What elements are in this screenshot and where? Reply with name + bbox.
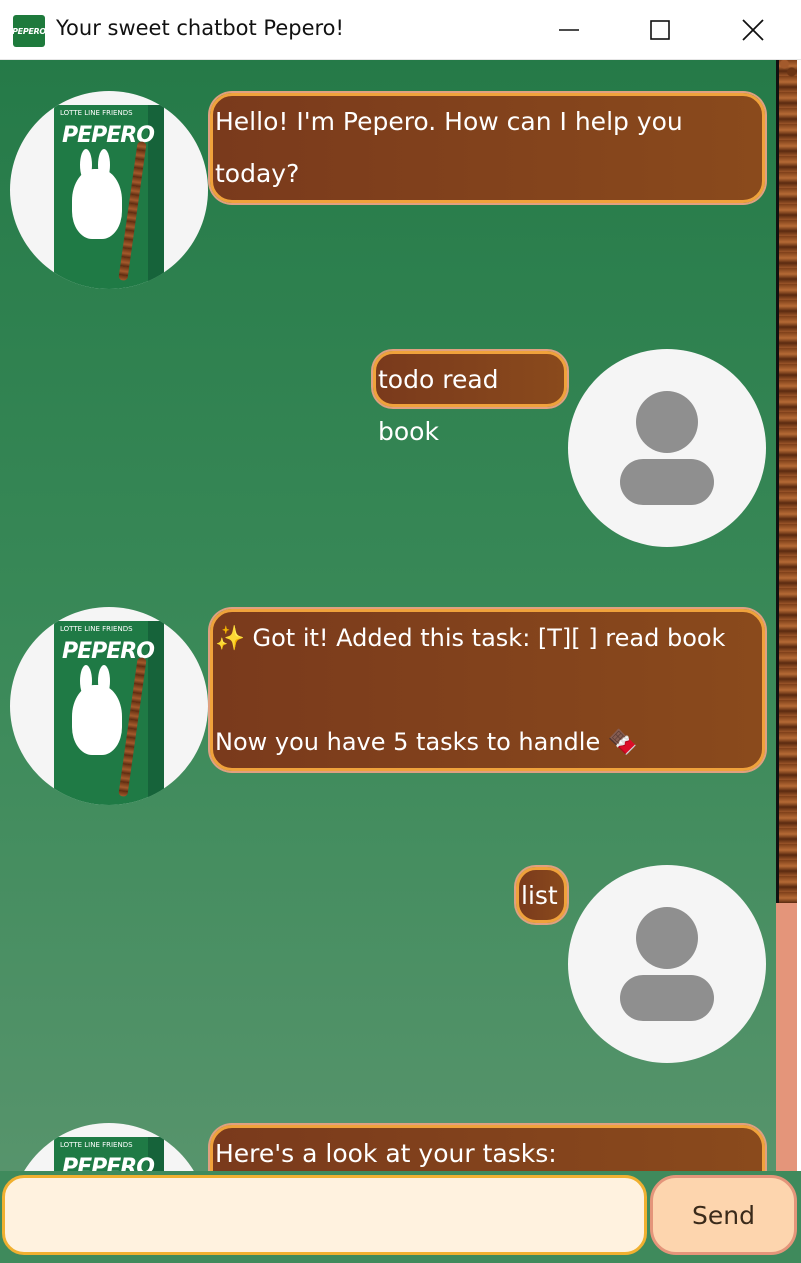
bot-avatar: LOTTE LINE FRIENDS PEPERO	[10, 91, 208, 289]
user-body-icon	[620, 459, 714, 505]
message-input[interactable]	[2, 1175, 647, 1255]
user-avatar	[568, 349, 766, 547]
close-button[interactable]	[707, 0, 799, 60]
close-icon	[742, 19, 764, 41]
scrollbar-thumb[interactable]	[776, 60, 797, 903]
brand-top-label: LOTTE LINE FRIENDS	[60, 109, 133, 117]
window-title: Your sweet chatbot Pepero!	[56, 16, 344, 40]
maximize-icon	[650, 20, 670, 40]
send-button[interactable]: Send	[650, 1175, 797, 1255]
minimize-button[interactable]	[523, 0, 615, 60]
bunny-icon	[72, 169, 122, 239]
app-logo-icon: PEPERO	[12, 15, 46, 47]
input-bar: Send	[0, 1171, 801, 1263]
chat-dialog-area[interactable]: LOTTE LINE FRIENDS PEPERO Hello! I'm Pep…	[0, 60, 776, 1171]
user-message-bubble: todo read book	[373, 351, 567, 446]
bot-avatar: LOTTE LINE FRIENDS PEPERO	[10, 607, 208, 805]
bot-avatar: LOTTE LINE FRIENDS PEPERO	[10, 1123, 208, 1171]
user-message-bubble: list	[516, 867, 567, 923]
bunny-icon	[72, 685, 122, 755]
scrollbar[interactable]	[776, 60, 797, 1171]
title-bar: PEPERO Your sweet chatbot Pepero!	[0, 0, 801, 60]
brand-top-label: LOTTE LINE FRIENDS	[60, 625, 133, 633]
bot-message-bubble: Hello! I'm Pepero. How can I help you to…	[210, 93, 765, 203]
bot-message-bubble: Here's a look at your tasks:	[210, 1125, 765, 1171]
user-body-icon	[620, 975, 714, 1021]
user-head-icon	[636, 391, 698, 453]
minimize-icon	[559, 29, 579, 31]
user-avatar	[568, 865, 766, 1063]
brand-label: PEPERO	[62, 1155, 155, 1171]
brand-top-label: LOTTE LINE FRIENDS	[60, 1141, 133, 1149]
bot-message-bubble: ✨ Got it! Added this task: [T][ ] read b…	[210, 609, 765, 771]
maximize-button[interactable]	[614, 0, 706, 60]
user-head-icon	[636, 907, 698, 969]
